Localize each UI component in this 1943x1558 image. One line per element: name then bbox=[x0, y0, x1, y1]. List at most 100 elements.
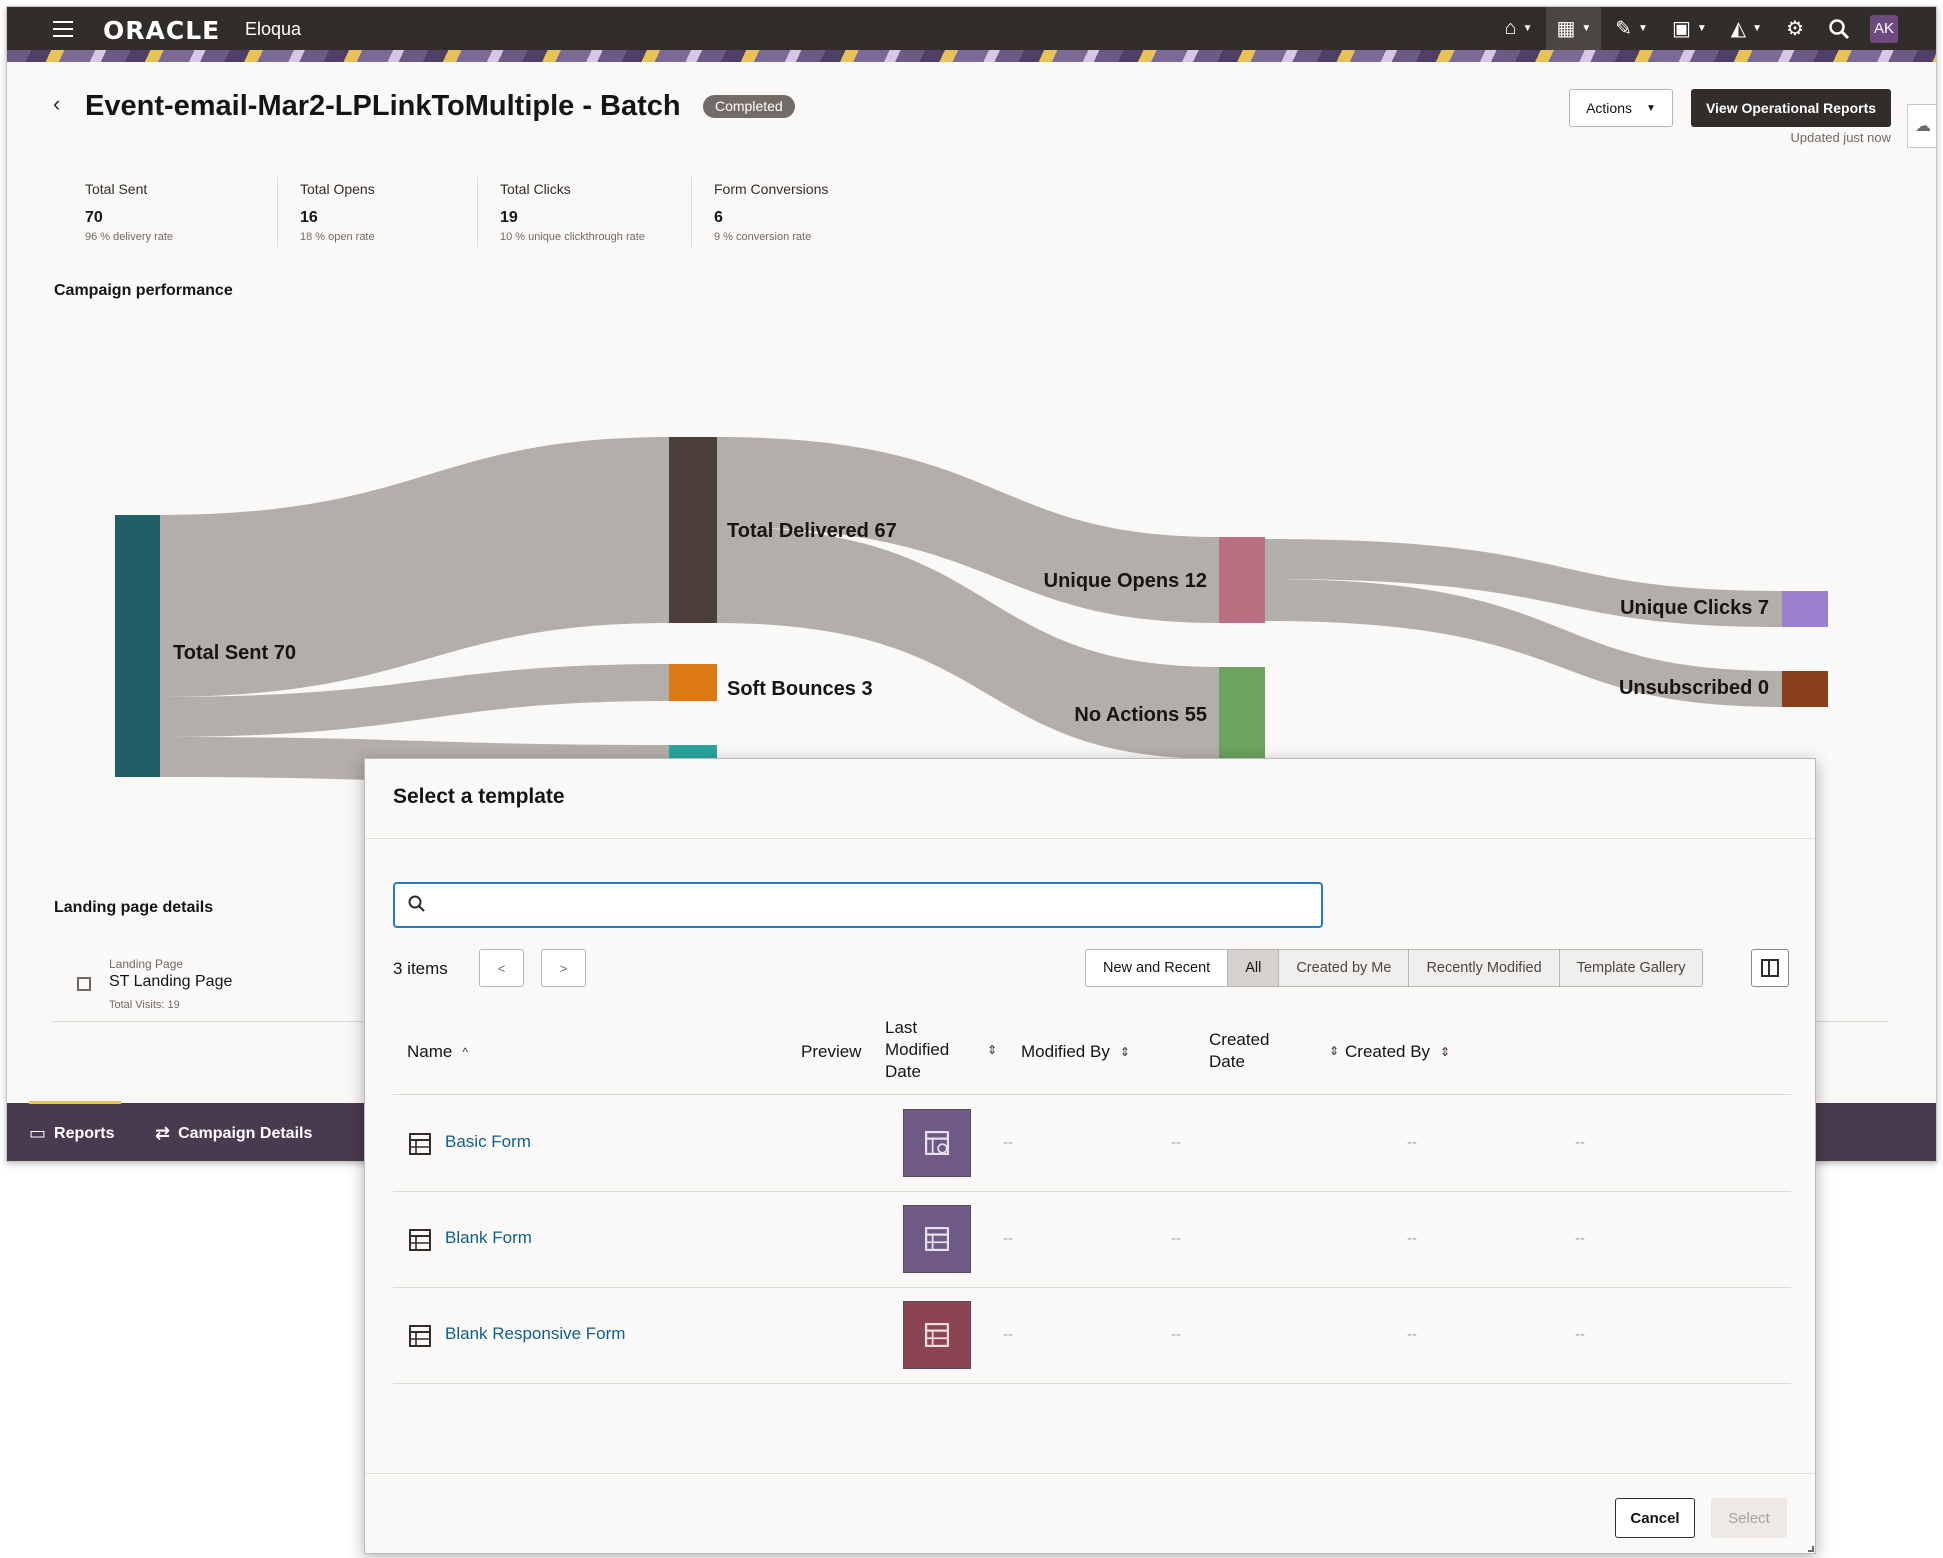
avatar[interactable]: AK bbox=[1870, 14, 1898, 43]
created-by: -- bbox=[1575, 1134, 1585, 1151]
cloud-icon: ☁ bbox=[1915, 118, 1931, 135]
layout-toggle-button[interactable] bbox=[1751, 949, 1789, 987]
view-operational-reports-button[interactable]: View Operational Reports bbox=[1691, 89, 1891, 127]
form-icon bbox=[409, 1229, 431, 1251]
last-modified-date: -- bbox=[1003, 1230, 1013, 1247]
template-name-link[interactable]: Blank Responsive Form bbox=[445, 1324, 625, 1344]
metric-total-clicks: Total Clicks 19 10 % unique clickthrough… bbox=[477, 177, 691, 247]
landing-page-details-title: Landing page details bbox=[54, 899, 214, 916]
actions-button[interactable]: Actions ▼ bbox=[1569, 89, 1673, 127]
select-button[interactable]: Select bbox=[1711, 1498, 1787, 1538]
sort-icon: ⇕ bbox=[1440, 1045, 1451, 1059]
edit-menu[interactable]: ✎ ▼ bbox=[1605, 7, 1658, 50]
campaign-details-icon: ⇄ bbox=[155, 1123, 171, 1143]
dashboard-menu[interactable]: ▦ ▼ bbox=[1546, 7, 1602, 50]
template-preview-thumbnail[interactable] bbox=[903, 1301, 971, 1369]
column-header-created-by[interactable]: Created By ⇕ bbox=[1345, 1041, 1450, 1063]
column-header-label: Last bbox=[885, 1018, 918, 1037]
node-total-sent bbox=[115, 515, 160, 777]
chevron-down-icon: ▼ bbox=[1638, 23, 1648, 34]
form-preview-icon bbox=[925, 1131, 949, 1155]
node-unique-opens bbox=[1219, 537, 1265, 623]
filter-recently-modified[interactable]: Recently Modified bbox=[1408, 950, 1559, 986]
label-unique-clicks: Unique Clicks 7 bbox=[1620, 597, 1769, 619]
metric-subtext: 9 % conversion rate bbox=[714, 231, 812, 243]
tab-reports[interactable]: ▭ Reports bbox=[29, 1123, 114, 1144]
tab-campaign-details-label: Campaign Details bbox=[178, 1124, 313, 1142]
template-name-link[interactable]: Blank Form bbox=[445, 1228, 532, 1248]
column-header-modified-by[interactable]: Modified By ⇕ bbox=[1021, 1041, 1130, 1063]
filter-created-by-me[interactable]: Created by Me bbox=[1278, 950, 1409, 986]
search-button[interactable] bbox=[1818, 7, 1860, 50]
metric-label: Total Sent bbox=[85, 181, 148, 197]
next-page-button[interactable]: > bbox=[541, 949, 586, 987]
last-modified-date: -- bbox=[1003, 1134, 1013, 1151]
column-header-name[interactable]: Name ^ bbox=[407, 1041, 468, 1063]
cloud-panel-tab[interactable]: ☁ bbox=[1907, 104, 1936, 148]
dialog-title: Select a template bbox=[393, 785, 565, 808]
metric-total-opens: Total Opens 16 18 % open rate bbox=[277, 177, 477, 247]
template-filter-group: New and Recent All Created by Me Recentl… bbox=[1085, 949, 1704, 987]
metric-subtext: 18 % open rate bbox=[300, 231, 375, 243]
column-header-label: Date bbox=[885, 1062, 921, 1081]
sort-ascending-icon: ^ bbox=[462, 1045, 468, 1059]
search-input[interactable] bbox=[439, 892, 1299, 918]
tab-campaign-details[interactable]: ⇄ Campaign Details bbox=[155, 1123, 312, 1144]
label-unique-opens: Unique Opens 12 bbox=[1044, 570, 1207, 592]
modified-by: -- bbox=[1171, 1326, 1181, 1343]
label-no-actions: No Actions 55 bbox=[1074, 704, 1207, 726]
column-header-label: Created By bbox=[1345, 1042, 1431, 1061]
sort-icon: ⇕ bbox=[987, 1043, 998, 1057]
back-arrow-icon[interactable]: ‹ bbox=[53, 91, 60, 117]
home-menu[interactable]: ⌂ ▼ bbox=[1494, 7, 1542, 50]
filter-new-and-recent[interactable]: New and Recent bbox=[1086, 950, 1228, 986]
label-total-delivered: Total Delivered 67 bbox=[727, 520, 897, 542]
page-title: Event-email-Mar2-LPLinkToMultiple - Batc… bbox=[85, 90, 681, 122]
table-row[interactable]: Blank Responsive Form -- -- -- -- bbox=[393, 1288, 1791, 1384]
label-total-sent: Total Sent 70 bbox=[173, 642, 296, 664]
form-preview-icon bbox=[925, 1227, 949, 1251]
previous-page-button[interactable]: < bbox=[479, 949, 524, 987]
dashboard-icon: ▦ bbox=[1556, 18, 1576, 40]
node-no-actions bbox=[1219, 667, 1265, 759]
table-row[interactable]: Blank Form -- -- -- -- bbox=[393, 1192, 1791, 1288]
columns-icon bbox=[1761, 959, 1779, 977]
column-header-created-date[interactable]: Created Date ⇕ bbox=[1209, 1029, 1339, 1073]
settings-button[interactable]: ⚙ bbox=[1776, 7, 1814, 50]
decorative-banner bbox=[7, 50, 1936, 62]
metric-label: Total Opens bbox=[300, 181, 375, 197]
column-header-label: Modified bbox=[885, 1040, 950, 1059]
landing-page-visits: Total Visits: 19 bbox=[109, 999, 180, 1011]
menu-icon[interactable] bbox=[53, 21, 73, 37]
analytics-menu[interactable]: ◭ ▼ bbox=[1721, 7, 1772, 50]
metric-total-sent: Total Sent 70 96 % delivery rate bbox=[77, 177, 277, 247]
modified-by: -- bbox=[1171, 1230, 1181, 1247]
created-by: -- bbox=[1575, 1230, 1585, 1247]
template-preview-thumbnail[interactable] bbox=[903, 1205, 971, 1273]
chevron-down-icon: ▼ bbox=[1581, 23, 1592, 34]
reports-icon: ▭ bbox=[29, 1123, 47, 1143]
last-modified-date: -- bbox=[1003, 1326, 1013, 1343]
label-soft-bounces: Soft Bounces 3 bbox=[727, 678, 873, 700]
template-preview-thumbnail[interactable] bbox=[903, 1109, 971, 1177]
created-date: -- bbox=[1407, 1230, 1417, 1247]
filter-template-gallery[interactable]: Template Gallery bbox=[1558, 950, 1703, 986]
column-header-last-modified-date[interactable]: Last Modified Date ⇕ bbox=[885, 1017, 997, 1083]
assets-menu[interactable]: ▣ ▼ bbox=[1662, 7, 1717, 50]
resize-handle[interactable] bbox=[1808, 1546, 1814, 1552]
select-template-dialog: Select a template 3 items < > New and Re… bbox=[364, 758, 1816, 1554]
label-unsubscribed: Unsubscribed 0 bbox=[1619, 677, 1769, 699]
cancel-button[interactable]: Cancel bbox=[1615, 1498, 1695, 1538]
metric-value: 70 bbox=[85, 209, 103, 226]
form-icon bbox=[409, 1133, 431, 1155]
filter-all[interactable]: All bbox=[1227, 950, 1279, 986]
template-search-field[interactable] bbox=[393, 882, 1323, 928]
metric-value: 16 bbox=[300, 209, 318, 226]
actions-button-label: Actions bbox=[1586, 100, 1632, 116]
sort-icon: ⇕ bbox=[1119, 1045, 1130, 1059]
table-row[interactable]: Basic Form -- -- -- -- bbox=[393, 1096, 1791, 1192]
template-name-link[interactable]: Basic Form bbox=[445, 1132, 531, 1152]
gear-icon: ⚙ bbox=[1786, 18, 1804, 40]
search-icon bbox=[1829, 18, 1850, 39]
metric-subtext: 96 % delivery rate bbox=[85, 231, 174, 243]
